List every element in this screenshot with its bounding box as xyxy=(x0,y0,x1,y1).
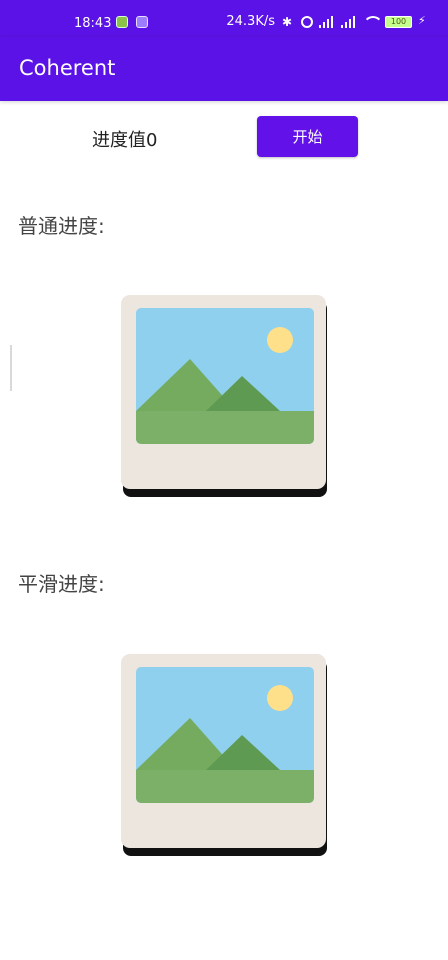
app-notification-icon-secondary xyxy=(136,16,148,28)
progress-value-text: 进度值0 xyxy=(92,130,158,151)
status-bar: 18:43 24.3K/s 100 xyxy=(0,0,448,37)
app-bar: Coherent xyxy=(0,37,448,101)
status-indicators: 24.3K/s 100 xyxy=(226,14,432,30)
status-time: 18:43 xyxy=(74,16,112,31)
signal-icon-secondary xyxy=(341,15,357,28)
network-speed: 24.3K/s xyxy=(226,14,275,29)
image-placeholder-icon xyxy=(120,293,329,500)
alarm-icon xyxy=(301,15,313,28)
app-title: Coherent xyxy=(19,56,116,80)
charging-icon xyxy=(418,14,432,28)
smooth-progress-label: 平滑进度: xyxy=(18,572,105,596)
image-placeholder-icon xyxy=(120,652,329,859)
start-button[interactable]: 开始 xyxy=(257,116,358,157)
bluetooth-icon xyxy=(281,15,295,29)
edge-handle xyxy=(10,345,12,391)
app-notification-icon xyxy=(116,16,128,28)
normal-progress-label: 普通进度: xyxy=(18,214,105,238)
progress-control-row: 进度值0 开始 xyxy=(0,116,448,160)
wifi-icon xyxy=(363,15,383,28)
signal-icon xyxy=(319,15,335,28)
battery-icon: 100 xyxy=(385,15,412,28)
